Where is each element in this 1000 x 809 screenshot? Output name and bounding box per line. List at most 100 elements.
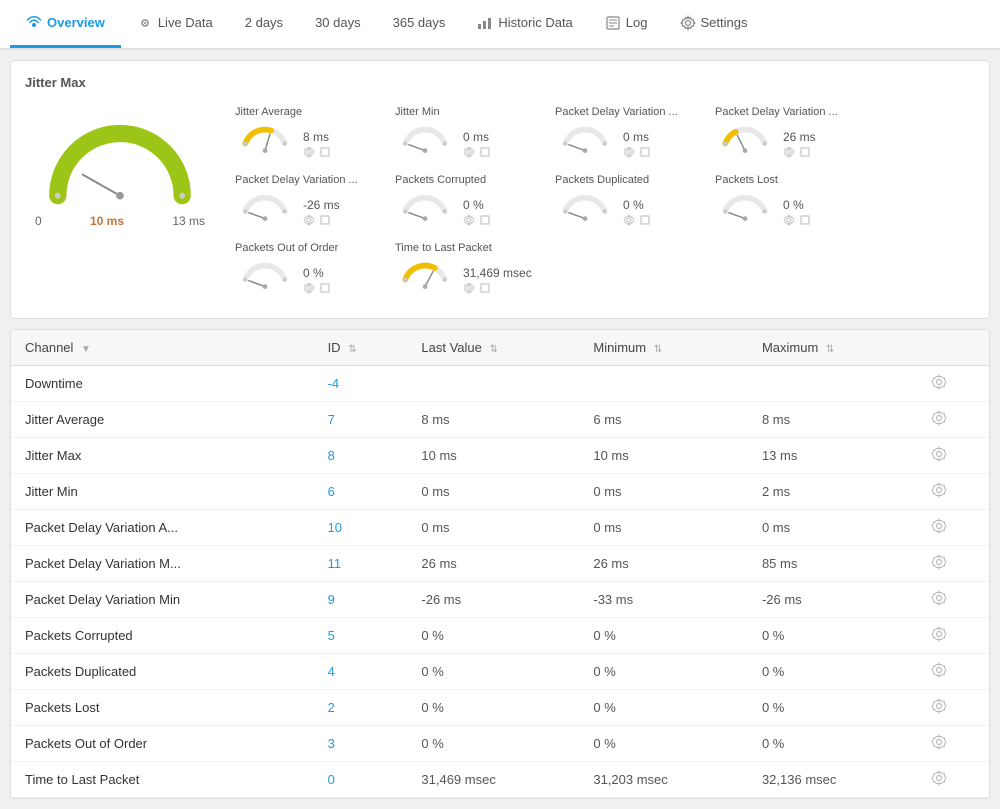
- row-settings-icon[interactable]: [931, 518, 947, 534]
- settings-small-icon[interactable]: [623, 214, 635, 226]
- big-gauge-container: 0 10 ms 13 ms: [25, 100, 215, 228]
- row-settings-icon[interactable]: [931, 626, 947, 642]
- resize-small-icon[interactable]: [639, 146, 651, 158]
- nav-log-label: Log: [626, 15, 648, 30]
- settings-small-icon[interactable]: [303, 214, 315, 226]
- small-gauge-label: Packets Lost: [715, 174, 855, 186]
- cell-maximum: 0 %: [748, 726, 917, 762]
- cell-id: 11: [314, 546, 408, 582]
- row-settings-icon[interactable]: [931, 734, 947, 750]
- small-gauge-svg: [235, 258, 295, 298]
- col-id[interactable]: ID ⇅: [314, 330, 408, 366]
- col-minimum[interactable]: Minimum ⇅: [579, 330, 748, 366]
- settings-small-icon[interactable]: [463, 282, 475, 294]
- settings-small-icon[interactable]: [303, 282, 315, 294]
- row-settings-icon[interactable]: [931, 446, 947, 462]
- small-gauge-row: 26 ms: [715, 122, 855, 162]
- cell-lastvalue: 8 ms: [407, 402, 579, 438]
- row-settings-icon[interactable]: [931, 410, 947, 426]
- nav-settings[interactable]: Settings: [664, 0, 764, 48]
- settings-small-icon[interactable]: [463, 214, 475, 226]
- small-gauge-cell: Packet Delay Variation ... -26 ms: [225, 168, 385, 236]
- nav-settings-label: Settings: [701, 15, 748, 30]
- wifi-icon: [26, 15, 42, 31]
- small-gauge-label: Jitter Average: [235, 106, 375, 118]
- main-nav: Overview Live Data 2 days 30 days 365 da…: [0, 0, 1000, 50]
- table-row: Packets Duplicated 4 0 % 0 % 0 %: [11, 654, 989, 690]
- row-settings-icon[interactable]: [931, 698, 947, 714]
- cell-maximum: 0 ms: [748, 510, 917, 546]
- nav-log[interactable]: Log: [589, 0, 664, 48]
- small-gauge-label: Packets Out of Order: [235, 242, 375, 254]
- nav-live-data[interactable]: Live Data: [121, 0, 229, 48]
- small-gauge-cell: Packets Out of Order 0 %: [225, 236, 385, 304]
- sort-minimum-icon: ⇅: [654, 344, 662, 355]
- cell-id: 7: [314, 402, 408, 438]
- settings-small-icon[interactable]: [623, 146, 635, 158]
- cell-actions: [917, 726, 989, 762]
- row-settings-icon[interactable]: [931, 770, 947, 786]
- cell-channel: Packets Duplicated: [11, 654, 314, 690]
- cell-lastvalue: -26 ms: [407, 582, 579, 618]
- cell-actions: [917, 762, 989, 798]
- cell-channel: Packet Delay Variation M...: [11, 546, 314, 582]
- cell-id: 0: [314, 762, 408, 798]
- nav-overview[interactable]: Overview: [10, 0, 121, 48]
- cell-lastvalue: [407, 366, 579, 402]
- settings-small-icon[interactable]: [463, 146, 475, 158]
- table-header: Channel ▼ ID ⇅ Last Value ⇅ Minimum ⇅ Ma…: [11, 330, 989, 366]
- chart-icon: [477, 15, 493, 31]
- resize-small-icon[interactable]: [799, 214, 811, 226]
- cell-lastvalue: 0 ms: [407, 510, 579, 546]
- cell-channel: Packet Delay Variation Min: [11, 582, 314, 618]
- resize-small-icon[interactable]: [639, 214, 651, 226]
- cell-id: 2: [314, 690, 408, 726]
- row-settings-icon[interactable]: [931, 590, 947, 606]
- row-settings-icon[interactable]: [931, 374, 947, 390]
- col-maximum[interactable]: Maximum ⇅: [748, 330, 917, 366]
- cell-maximum: 85 ms: [748, 546, 917, 582]
- cell-id: 4: [314, 654, 408, 690]
- log-icon: [605, 15, 621, 31]
- nav-historic[interactable]: Historic Data: [461, 0, 588, 48]
- cell-channel: Downtime: [11, 366, 314, 402]
- resize-small-icon[interactable]: [319, 214, 331, 226]
- resize-small-icon[interactable]: [319, 282, 331, 294]
- cell-actions: [917, 618, 989, 654]
- settings-small-icon[interactable]: [303, 146, 315, 158]
- cell-channel: Jitter Average: [11, 402, 314, 438]
- cell-id: 8: [314, 438, 408, 474]
- cell-maximum: -26 ms: [748, 582, 917, 618]
- nav-live-data-label: Live Data: [158, 15, 213, 30]
- row-settings-icon[interactable]: [931, 482, 947, 498]
- row-settings-icon[interactable]: [931, 662, 947, 678]
- resize-small-icon[interactable]: [479, 282, 491, 294]
- main-content: Jitter Max 0 10 ms: [0, 50, 1000, 809]
- cell-actions: [917, 474, 989, 510]
- nav-30days[interactable]: 30 days: [299, 0, 377, 48]
- settings-small-icon[interactable]: [783, 214, 795, 226]
- small-gauge-label: Packet Delay Variation ...: [555, 106, 695, 118]
- cell-lastvalue: 31,469 msec: [407, 762, 579, 798]
- small-gauge-value: 0 %: [303, 266, 331, 280]
- resize-small-icon[interactable]: [319, 146, 331, 158]
- col-channel[interactable]: Channel ▼: [11, 330, 314, 366]
- gauge-panel: Jitter Max 0 10 ms: [10, 60, 990, 319]
- nav-365days[interactable]: 365 days: [377, 0, 462, 48]
- sort-channel-icon: ▼: [81, 344, 91, 355]
- resize-small-icon[interactable]: [799, 146, 811, 158]
- small-gauge-row: 0 %: [235, 258, 375, 298]
- table-row: Jitter Min 6 0 ms 0 ms 2 ms: [11, 474, 989, 510]
- resize-small-icon[interactable]: [479, 146, 491, 158]
- resize-small-icon[interactable]: [479, 214, 491, 226]
- nav-2days[interactable]: 2 days: [229, 0, 299, 48]
- row-settings-icon[interactable]: [931, 554, 947, 570]
- cell-id: -4: [314, 366, 408, 402]
- cell-minimum: -33 ms: [579, 582, 748, 618]
- cell-lastvalue: 0 %: [407, 726, 579, 762]
- settings-small-icon[interactable]: [783, 146, 795, 158]
- small-gauge-cell: Packets Lost 0 %: [705, 168, 865, 236]
- cell-id: 10: [314, 510, 408, 546]
- col-lastvalue[interactable]: Last Value ⇅: [407, 330, 579, 366]
- cell-lastvalue: 0 %: [407, 618, 579, 654]
